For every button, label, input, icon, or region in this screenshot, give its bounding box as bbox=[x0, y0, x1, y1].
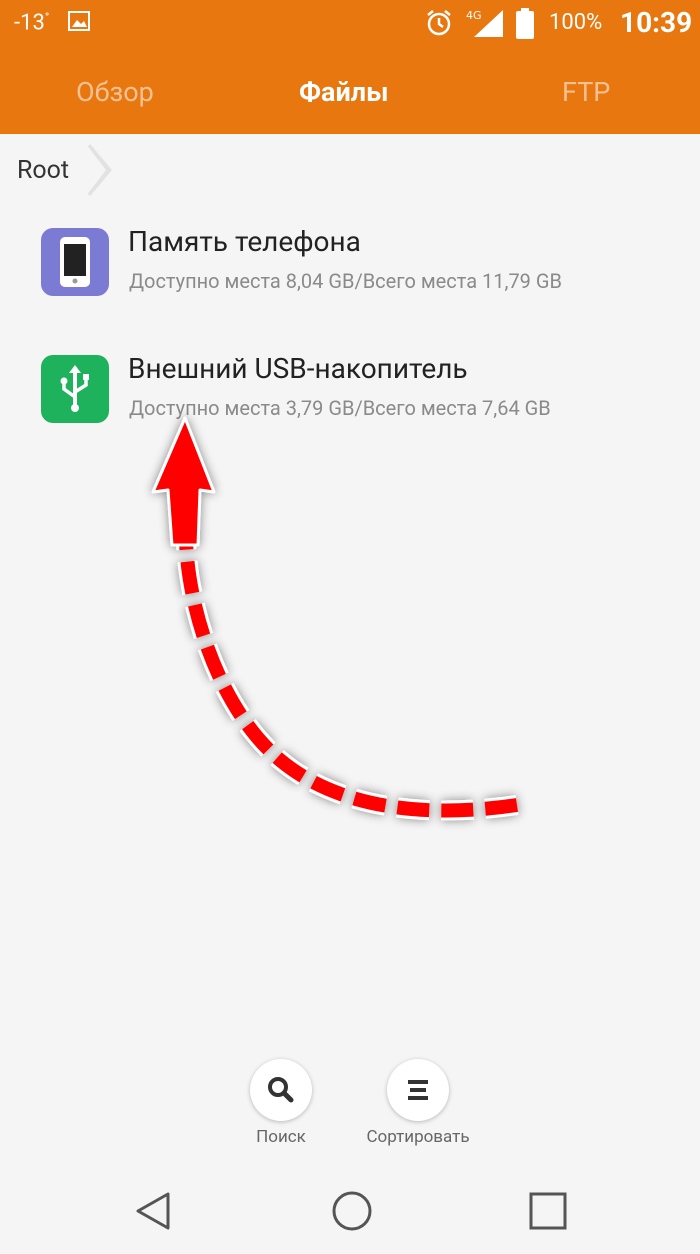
usb-icon bbox=[41, 355, 109, 423]
sort-button[interactable] bbox=[387, 1059, 449, 1121]
tab-overview[interactable]: Обзор bbox=[76, 76, 154, 108]
signal-icon: 4G bbox=[466, 9, 503, 37]
clock: 10:39 bbox=[620, 6, 693, 39]
back-icon[interactable] bbox=[134, 1191, 174, 1231]
app-header: -13° 4G 100% 10:39 Обзор Файлы FTP bbox=[0, 0, 700, 134]
search-icon bbox=[268, 1077, 294, 1103]
temperature: -13° bbox=[14, 10, 50, 36]
storage-item-usb[interactable]: Внешний USB-накопитель Доступно места 3,… bbox=[0, 352, 700, 455]
battery-percent: 100% bbox=[549, 10, 603, 35]
home-icon[interactable] bbox=[331, 1190, 373, 1232]
storage-item-phone[interactable]: Память телефона Доступно места 8,04 GB/В… bbox=[0, 225, 700, 328]
storage-title: Внешний USB-накопитель bbox=[128, 352, 468, 385]
tab-files[interactable]: Файлы bbox=[299, 76, 388, 108]
alarm-icon bbox=[427, 10, 451, 36]
recent-apps-icon[interactable] bbox=[529, 1192, 567, 1230]
storage-capacity: Доступно места 3,79 GB/Всего места 7,64 … bbox=[129, 396, 551, 420]
storage-capacity: Доступно места 8,04 GB/Всего места 11,79… bbox=[129, 269, 562, 293]
storage-title: Память телефона bbox=[128, 225, 361, 258]
svg-text:4G: 4G bbox=[466, 9, 482, 22]
chevron-right-icon bbox=[84, 144, 112, 196]
sort-label[interactable]: Сортировать bbox=[350, 1127, 486, 1147]
status-bar: -13° 4G 100% 10:39 bbox=[0, 0, 700, 48]
tab-bar: Обзор Файлы FTP bbox=[0, 62, 700, 122]
image-notification-icon bbox=[68, 11, 90, 31]
tab-ftp[interactable]: FTP bbox=[562, 76, 610, 108]
navigation-bar bbox=[0, 1165, 700, 1254]
sort-icon bbox=[408, 1080, 428, 1100]
breadcrumb-root[interactable]: Root bbox=[17, 156, 69, 185]
battery-icon bbox=[516, 8, 534, 39]
search-button[interactable] bbox=[250, 1059, 312, 1121]
phone-icon bbox=[41, 228, 109, 296]
search-label[interactable]: Поиск bbox=[240, 1127, 322, 1147]
